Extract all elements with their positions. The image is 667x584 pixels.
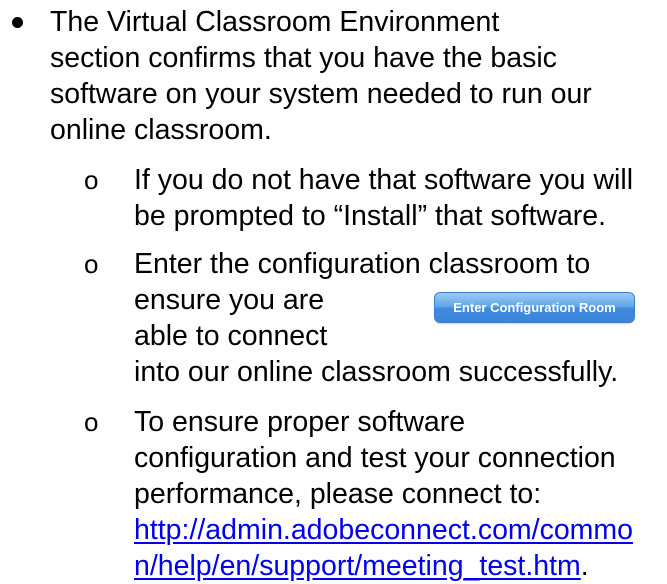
link-trailing-period: .	[580, 550, 589, 582]
config-line-1: Enter the configuration classroom to	[134, 248, 591, 280]
document-page: The Virtual Classroom Environment sectio…	[0, 0, 667, 584]
main-bullet-line-4: online classroom.	[50, 114, 272, 146]
test-line-3: performance, please connect to:	[134, 478, 542, 510]
config-line-2: ensure you are	[134, 284, 325, 316]
sub-bullet-marker: o	[84, 407, 99, 437]
main-bullet-line-3: software on your system needed to run ou…	[50, 78, 592, 110]
install-line-1: If you do not have that software you wil…	[134, 164, 634, 196]
config-line-4: into our online classroom successfully.	[134, 356, 619, 388]
sub-bullet-marker: o	[84, 165, 99, 195]
meeting-test-link[interactable]: http://admin.adobeconnect.com/commo	[134, 514, 633, 546]
test-line-1: To ensure proper software	[134, 406, 466, 438]
meeting-test-link-line-1: http://admin.adobeconnect.com/commo	[134, 512, 633, 548]
config-line-3: able to connect	[134, 320, 328, 352]
meeting-test-link-continued[interactable]: n/help/en/support/meeting_test.htm	[134, 550, 581, 582]
main-bullet-line-1: The Virtual Classroom Environment	[50, 6, 500, 38]
enter-configuration-room-button[interactable]: Enter Configuration Room	[434, 292, 635, 323]
bullet-dot	[12, 17, 23, 28]
sub-bullet-marker: o	[84, 249, 99, 279]
meeting-test-link-line-2: n/help/en/support/meeting_test.htm.	[134, 548, 589, 584]
install-line-2: be prompted to “Install” that software.	[134, 200, 607, 232]
test-line-2: configuration and test your connection	[134, 442, 616, 474]
main-bullet-line-2: section confirms that you have the basic	[50, 42, 557, 74]
